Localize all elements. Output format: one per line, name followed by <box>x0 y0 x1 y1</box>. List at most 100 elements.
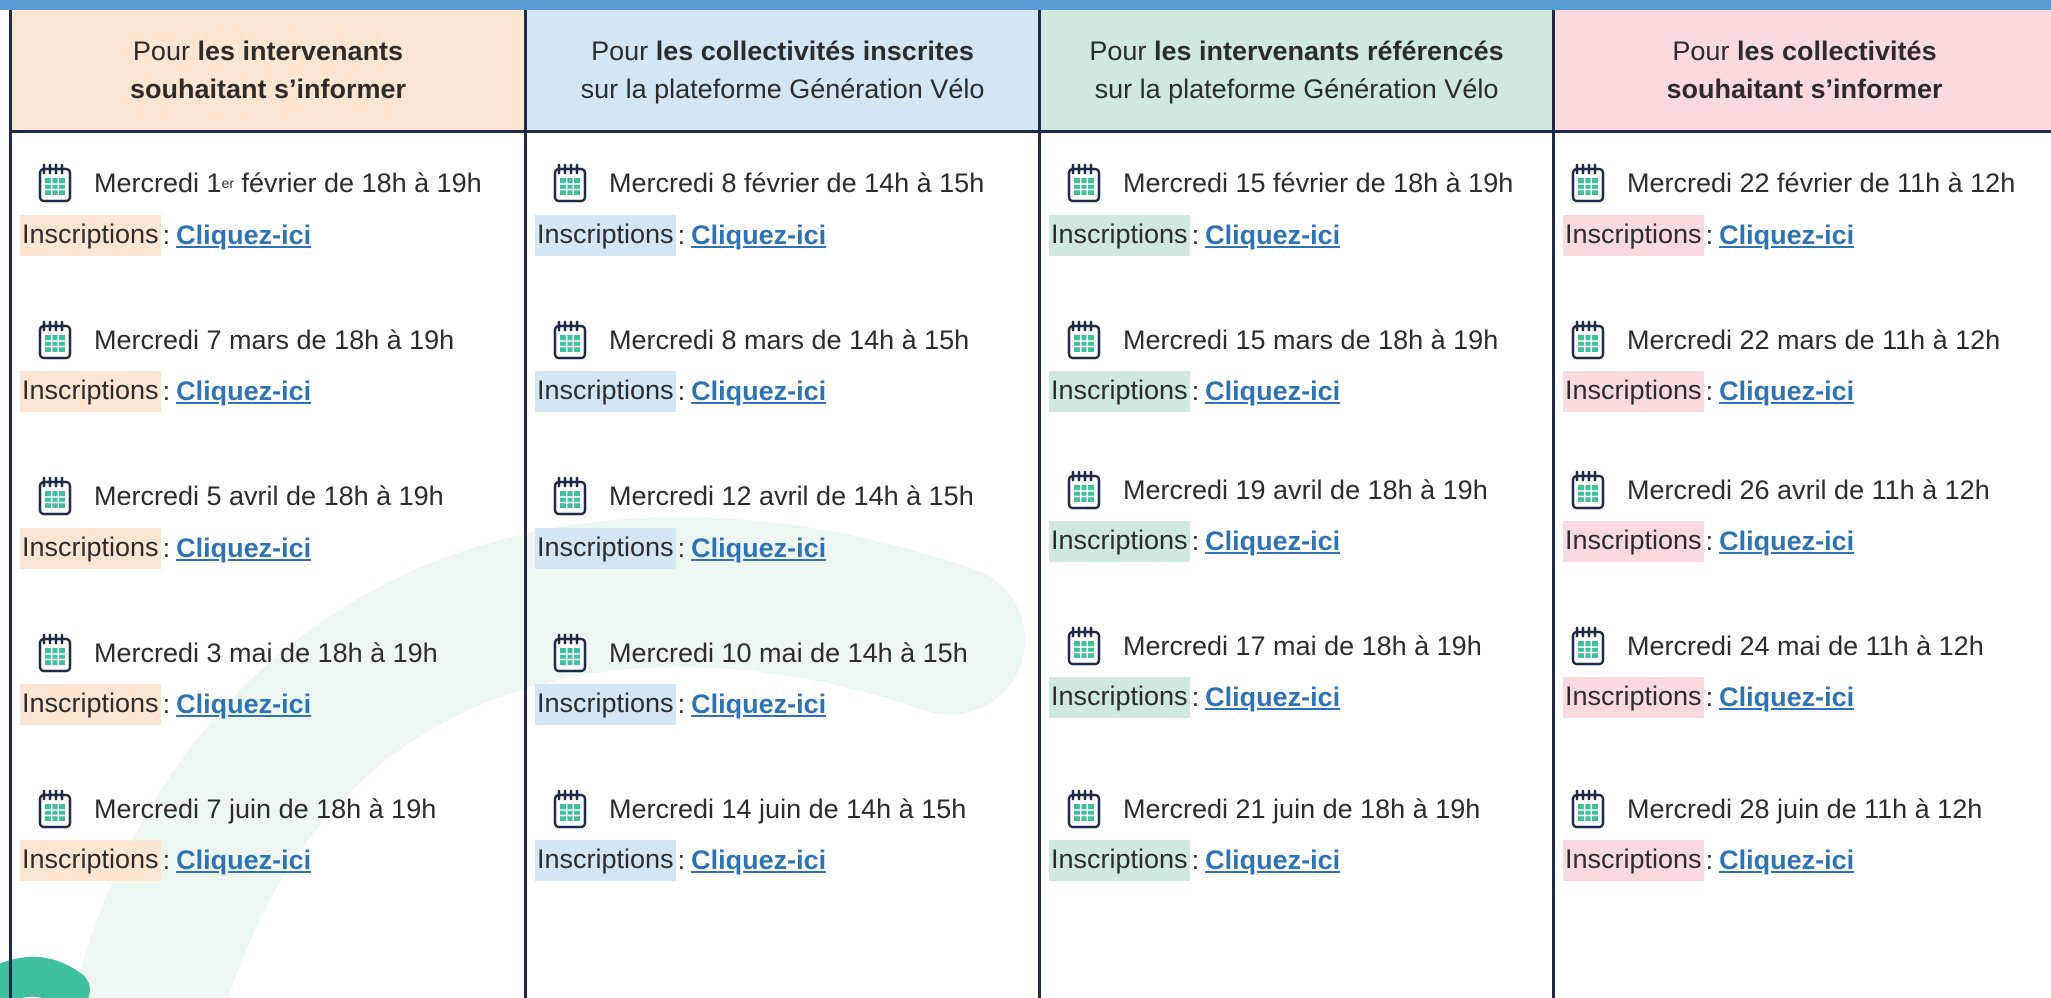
registration-line: Inscriptions: Cliquez-ici <box>20 215 311 256</box>
session-date: Mercredi 21 juin de 18h à 19h <box>1067 789 1480 829</box>
register-link[interactable]: Cliquez-ici <box>176 689 311 720</box>
registration-line: Inscriptions: Cliquez-ici <box>1563 521 1854 562</box>
registration-line: Inscriptions: Cliquez-ici <box>535 215 826 256</box>
register-link[interactable]: Cliquez-ici <box>691 533 826 564</box>
register-link[interactable]: Cliquez-ici <box>1719 526 1854 557</box>
registration-label: Inscriptions <box>20 371 161 412</box>
registration-separator: : <box>162 220 171 250</box>
register-link[interactable]: Cliquez-ici <box>1205 682 1340 713</box>
column-header: Pour les intervenants souhaitant s’infor… <box>12 10 524 133</box>
register-link[interactable]: Cliquez-ici <box>1719 845 1854 876</box>
registration-separator: : <box>1191 845 1200 875</box>
register-link[interactable]: Cliquez-ici <box>1205 376 1340 407</box>
registration-label: Inscriptions <box>1563 840 1704 881</box>
registration-separator: : <box>677 689 686 719</box>
register-link[interactable]: Cliquez-ici <box>1205 220 1340 251</box>
registration-line: Inscriptions: Cliquez-ici <box>1563 215 1854 256</box>
session-date-text: Mercredi 26 avril de 11h à 12h <box>1627 474 1990 505</box>
registration-separator: : <box>1705 682 1714 712</box>
register-link[interactable]: Cliquez-ici <box>1719 682 1854 713</box>
calendar-icon <box>1067 320 1101 360</box>
session-date-text: Mercredi 15 mars de 18h à 19h <box>1123 324 1499 355</box>
registration-separator: : <box>1705 845 1714 875</box>
register-link[interactable]: Cliquez-ici <box>691 376 826 407</box>
schedule-table: Pour les intervenants souhaitant s’infor… <box>9 10 2051 998</box>
registration-label: Inscriptions <box>1563 371 1704 412</box>
register-link[interactable]: Cliquez-ici <box>691 689 826 720</box>
registration-label: Inscriptions <box>20 684 161 725</box>
session-date: Mercredi 1 er février de 18h à 19h <box>38 163 482 203</box>
registration-label: Inscriptions <box>535 840 676 881</box>
session-date: Mercredi 17 mai de 18h à 19h <box>1067 626 1482 666</box>
session-date: Mercredi 3 mai de 18h à 19h <box>38 633 438 673</box>
register-link[interactable]: Cliquez-ici <box>176 376 311 407</box>
calendar-icon <box>553 320 587 360</box>
register-link[interactable]: Cliquez-ici <box>1719 220 1854 251</box>
register-link[interactable]: Cliquez-ici <box>176 533 311 564</box>
registration-line: Inscriptions: Cliquez-ici <box>20 840 311 881</box>
column-intervenants-references: Pour les intervenants référencés sur la … <box>1041 10 1555 998</box>
calendar-icon <box>38 320 72 360</box>
column-header: Pour les collectivités souhaitant s’info… <box>1555 10 2051 133</box>
header-subtitle: sur la plateforme Génération Vélo <box>580 74 985 104</box>
registration-line: Inscriptions: Cliquez-ici <box>1049 840 1340 881</box>
register-link[interactable]: Cliquez-ici <box>1719 376 1854 407</box>
registration-line: Inscriptions: Cliquez-ici <box>535 684 826 725</box>
register-link[interactable]: Cliquez-ici <box>176 220 311 251</box>
header-bold: les collectivités <box>1736 36 1937 66</box>
calendar-icon <box>38 789 72 829</box>
registration-line: Inscriptions: Cliquez-ici <box>1563 840 1854 881</box>
registration-label: Inscriptions <box>535 215 676 256</box>
header-bold: les collectivités inscrites <box>655 36 974 66</box>
session-date: Mercredi 12 avril de 14h à 15h <box>553 476 974 516</box>
header-prefix: Pour <box>1089 36 1147 66</box>
calendar-icon <box>1067 470 1101 510</box>
session-date-text: Mercredi 24 mai de 11h à 12h <box>1627 630 1984 661</box>
registration-line: Inscriptions: Cliquez-ici <box>20 528 311 569</box>
register-link[interactable]: Cliquez-ici <box>691 220 826 251</box>
calendar-icon <box>38 476 72 516</box>
session-date: Mercredi 22 mars de 11h à 12h <box>1571 320 2000 360</box>
session-date: Mercredi 8 février de 14h à 15h <box>553 163 984 203</box>
session-date: Mercredi 7 mars de 18h à 19h <box>38 320 454 360</box>
session-date: Mercredi 24 mai de 11h à 12h <box>1571 626 1984 666</box>
session-date-text: Mercredi 22 mars de 11h à 12h <box>1627 324 2001 355</box>
header-prefix: Pour <box>1672 36 1730 66</box>
registration-separator: : <box>1705 526 1714 556</box>
registration-separator: : <box>1191 526 1200 556</box>
session-date: Mercredi 15 mars de 18h à 19h <box>1067 320 1498 360</box>
session-date: Mercredi 19 avril de 18h à 19h <box>1067 470 1488 510</box>
session-date-text: Mercredi 8 mars de 14h à 15h <box>609 324 970 355</box>
session-date-text: Mercredi 1 <box>94 167 222 198</box>
registration-label: Inscriptions <box>1049 521 1190 562</box>
register-link[interactable]: Cliquez-ici <box>1205 526 1340 557</box>
registration-line: Inscriptions: Cliquez-ici <box>535 371 826 412</box>
registration-separator: : <box>1191 682 1200 712</box>
calendar-icon <box>553 163 587 203</box>
calendar-icon <box>1571 626 1605 666</box>
session-date-text: Mercredi 14 juin de 14h à 15h <box>609 793 967 824</box>
session-date-text: Mercredi 17 mai de 18h à 19h <box>1123 630 1482 661</box>
register-link[interactable]: Cliquez-ici <box>691 845 826 876</box>
registration-label: Inscriptions <box>1563 521 1704 562</box>
column-header: Pour les collectivités inscrites sur la … <box>527 10 1038 133</box>
session-date: Mercredi 8 mars de 14h à 15h <box>553 320 969 360</box>
ordinal-suffix: er <box>221 175 234 191</box>
top-bar <box>0 0 2051 10</box>
calendar-icon <box>1571 163 1605 203</box>
session-date-text: Mercredi 22 février de 11h à 12h <box>1627 167 2016 198</box>
session-date-text: Mercredi 7 juin de 18h à 19h <box>94 793 437 824</box>
session-date-rest: février de 18h à 19h <box>234 167 482 198</box>
session-date: Mercredi 14 juin de 14h à 15h <box>553 789 966 829</box>
registration-separator: : <box>162 689 171 719</box>
header-bold-line2: souhaitant s’informer <box>1666 74 1943 104</box>
calendar-icon <box>38 633 72 673</box>
registration-label: Inscriptions <box>20 840 161 881</box>
register-link[interactable]: Cliquez-ici <box>1205 845 1340 876</box>
session-date-text: Mercredi 21 juin de 18h à 19h <box>1123 793 1481 824</box>
registration-line: Inscriptions: Cliquez-ici <box>1049 677 1340 718</box>
calendar-icon <box>1571 470 1605 510</box>
registration-label: Inscriptions <box>535 371 676 412</box>
register-link[interactable]: Cliquez-ici <box>176 845 311 876</box>
registration-separator: : <box>1705 220 1714 250</box>
